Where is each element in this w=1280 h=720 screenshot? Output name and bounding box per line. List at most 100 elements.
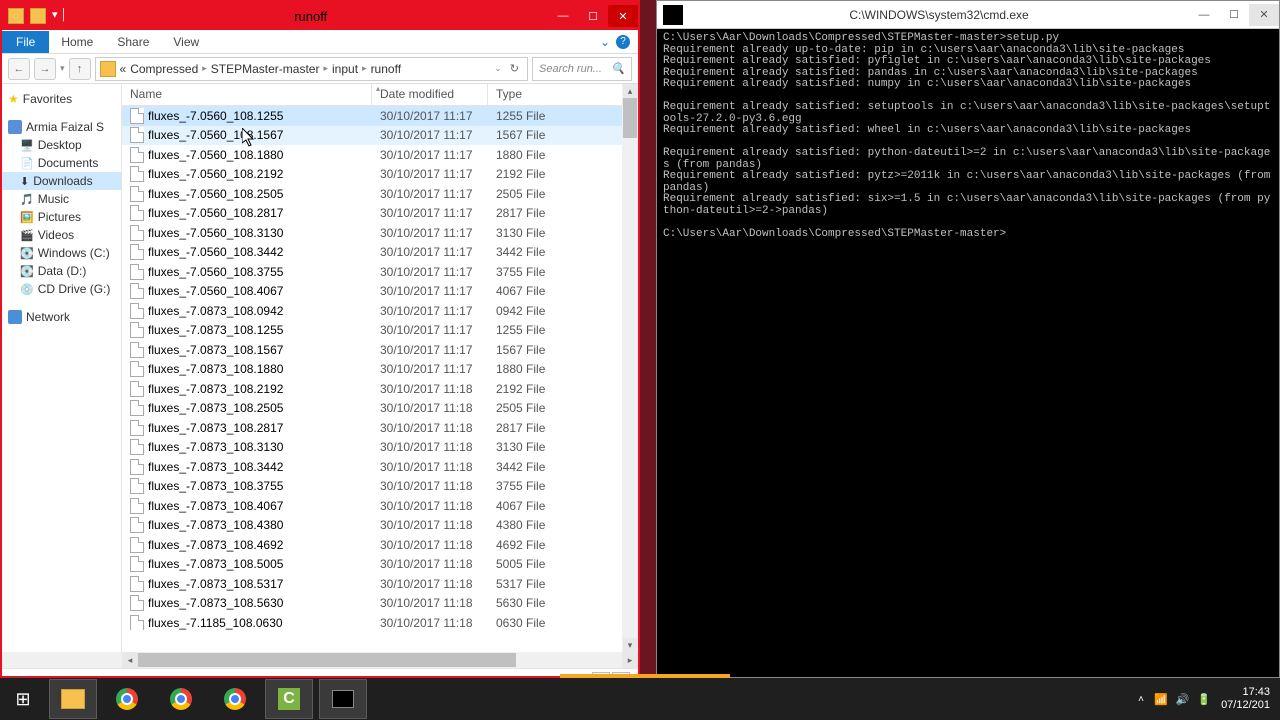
file-row[interactable]: fluxes_-7.0560_108.125530/10/2017 11:171… (122, 106, 638, 126)
file-row[interactable]: fluxes_-7.0873_108.531730/10/2017 11:185… (122, 574, 638, 594)
file-row[interactable]: fluxes_-7.0560_108.219230/10/2017 11:172… (122, 165, 638, 185)
clock[interactable]: 17:43 07/12/201 (1221, 686, 1270, 712)
file-row[interactable]: fluxes_-7.0873_108.094230/10/2017 11:170… (122, 301, 638, 321)
chevron-right-icon[interactable]: ▸ (202, 63, 207, 74)
scroll-down-icon[interactable]: ▾ (623, 638, 637, 652)
file-icon (130, 205, 144, 221)
file-tab[interactable]: File (2, 31, 49, 53)
view-tab[interactable]: View (161, 31, 211, 53)
network-header[interactable]: Network (2, 308, 121, 326)
file-row[interactable]: fluxes_-7.0873_108.500530/10/2017 11:185… (122, 555, 638, 575)
file-row[interactable]: fluxes_-7.0560_108.281730/10/2017 11:172… (122, 204, 638, 224)
close-button[interactable]: ✕ (608, 5, 638, 27)
explorer-titlebar[interactable]: ▾ │ runoff — ☐ ✕ (2, 2, 638, 30)
file-row[interactable]: fluxes_-7.0560_108.250530/10/2017 11:172… (122, 184, 638, 204)
file-row[interactable]: fluxes_-7.0873_108.438030/10/2017 11:184… (122, 516, 638, 536)
folder-icon (8, 8, 24, 24)
scroll-right-icon[interactable]: ▸ (622, 652, 638, 668)
close-button[interactable]: ✕ (1249, 4, 1279, 26)
file-row[interactable]: fluxes_-7.0873_108.250530/10/2017 11:182… (122, 399, 638, 419)
battery-icon[interactable]: 🔋 (1197, 693, 1211, 706)
qat-sep: ▾ │ (52, 8, 67, 24)
taskbar-explorer[interactable] (49, 679, 97, 719)
breadcrumb-seg[interactable]: runoff (371, 62, 401, 76)
breadcrumb-seg[interactable]: input (332, 62, 358, 76)
scroll-up-icon[interactable]: ▴ (623, 84, 637, 98)
help-icon[interactable]: ? (616, 35, 630, 49)
minimize-button[interactable]: — (1189, 4, 1219, 26)
forward-button[interactable]: → (34, 58, 56, 80)
nav-item-downloads[interactable]: ⬇Downloads (2, 172, 121, 190)
refresh-icon[interactable]: ↻ (506, 62, 523, 75)
column-headers: Name ▴ Date modified Type (122, 84, 638, 106)
horizontal-scrollbar[interactable]: ◂ ▸ (2, 652, 638, 668)
taskbar-cmd[interactable] (319, 679, 367, 719)
breadcrumb-seg[interactable]: STEPMaster-master (211, 62, 320, 76)
nav-item-icon: 💽 (20, 247, 34, 260)
nav-item-documents[interactable]: 📄Documents (2, 154, 121, 172)
file-row[interactable]: fluxes_-7.0560_108.188030/10/2017 11:171… (122, 145, 638, 165)
breadcrumb-seg[interactable]: « (120, 62, 127, 76)
maximize-button[interactable]: ☐ (1219, 4, 1249, 26)
file-row[interactable]: fluxes_-7.0560_108.406730/10/2017 11:174… (122, 282, 638, 302)
favorites-header[interactable]: ★Favorites (2, 90, 121, 108)
chevron-right-icon[interactable]: ▸ (362, 63, 367, 74)
file-row[interactable]: fluxes_-7.0560_108.375530/10/2017 11:173… (122, 262, 638, 282)
file-row[interactable]: fluxes_-7.0560_108.344230/10/2017 11:173… (122, 243, 638, 263)
file-row[interactable]: fluxes_-7.1185_108.063030/10/2017 11:180… (122, 613, 638, 630)
minimize-button[interactable]: — (548, 5, 578, 27)
taskbar-chrome[interactable] (103, 679, 151, 719)
taskbar-camtasia[interactable]: C (265, 679, 313, 719)
file-row[interactable]: fluxes_-7.0873_108.313030/10/2017 11:183… (122, 438, 638, 458)
chevron-right-icon[interactable]: ▸ (323, 63, 328, 74)
breadcrumb-seg[interactable]: Compressed (130, 62, 198, 76)
share-tab[interactable]: Share (105, 31, 161, 53)
nav-item-videos[interactable]: 🎬Videos (2, 226, 121, 244)
file-row[interactable]: fluxes_-7.0560_108.313030/10/2017 11:173… (122, 223, 638, 243)
nav-item-datad[interactable]: 💽Data (D:) (2, 262, 121, 280)
address-dropdown-icon[interactable]: ⌄ (494, 63, 502, 74)
taskbar-chrome[interactable] (211, 679, 259, 719)
vertical-scrollbar[interactable]: ▴ ▾ (622, 84, 638, 652)
scroll-thumb[interactable] (138, 653, 516, 667)
column-date[interactable]: Date modified (372, 84, 488, 105)
network-icon[interactable]: 📶 (1154, 693, 1168, 706)
scroll-left-icon[interactable]: ◂ (122, 652, 138, 668)
file-row[interactable]: fluxes_-7.0873_108.125530/10/2017 11:171… (122, 321, 638, 341)
nav-item-windowsc[interactable]: 💽Windows (C:) (2, 244, 121, 262)
maximize-button[interactable]: ☐ (578, 5, 608, 27)
volume-icon[interactable]: 🔊 (1176, 693, 1190, 706)
start-button[interactable]: ⊞ (3, 679, 43, 719)
back-button[interactable]: ← (8, 58, 30, 80)
nav-item-pictures[interactable]: 🖼️Pictures (2, 208, 121, 226)
nav-item-cddriveg[interactable]: 💿CD Drive (G:) (2, 280, 121, 298)
taskbar-chrome[interactable] (157, 679, 205, 719)
file-row[interactable]: fluxes_-7.0873_108.281730/10/2017 11:182… (122, 418, 638, 438)
scroll-thumb[interactable] (623, 98, 637, 138)
file-row[interactable]: fluxes_-7.0873_108.156730/10/2017 11:171… (122, 340, 638, 360)
file-row[interactable]: fluxes_-7.0873_108.344230/10/2017 11:183… (122, 457, 638, 477)
file-row[interactable]: fluxes_-7.0873_108.406730/10/2017 11:184… (122, 496, 638, 516)
search-box[interactable]: Search run... 🔍 (532, 57, 632, 81)
nav-item-icon: 📄 (20, 157, 34, 170)
home-tab[interactable]: Home (49, 31, 105, 53)
user-header[interactable]: Armia Faizal S (2, 118, 121, 136)
ribbon-expand-icon[interactable]: ⌄ (600, 35, 610, 49)
address-bar[interactable]: « Compressed ▸ STEPMaster-master ▸ input… (95, 57, 528, 81)
cmd-titlebar[interactable]: C:\WINDOWS\system32\cmd.exe — ☐ ✕ (657, 1, 1279, 29)
history-dropdown-icon[interactable]: ▾ (60, 63, 65, 74)
column-type[interactable]: Type (488, 84, 638, 105)
nav-item-music[interactable]: 🎵Music (2, 190, 121, 208)
file-row[interactable]: fluxes_-7.0873_108.563030/10/2017 11:185… (122, 594, 638, 614)
column-name[interactable]: Name ▴ (122, 84, 372, 105)
cmd-output[interactable]: C:\Users\Aar\Downloads\Compressed\STEPMa… (657, 29, 1279, 677)
up-button[interactable]: ↑ (69, 58, 91, 80)
file-row[interactable]: fluxes_-7.0873_108.375530/10/2017 11:183… (122, 477, 638, 497)
tray-expand-icon[interactable]: ˄ (1138, 694, 1144, 705)
file-row[interactable]: fluxes_-7.0873_108.188030/10/2017 11:171… (122, 360, 638, 380)
file-row[interactable]: fluxes_-7.0560_108.156730/10/2017 11:171… (122, 126, 638, 146)
nav-item-desktop[interactable]: 🖥️Desktop (2, 136, 121, 154)
file-icon (130, 166, 144, 182)
file-row[interactable]: fluxes_-7.0873_108.469230/10/2017 11:184… (122, 535, 638, 555)
file-row[interactable]: fluxes_-7.0873_108.219230/10/2017 11:182… (122, 379, 638, 399)
